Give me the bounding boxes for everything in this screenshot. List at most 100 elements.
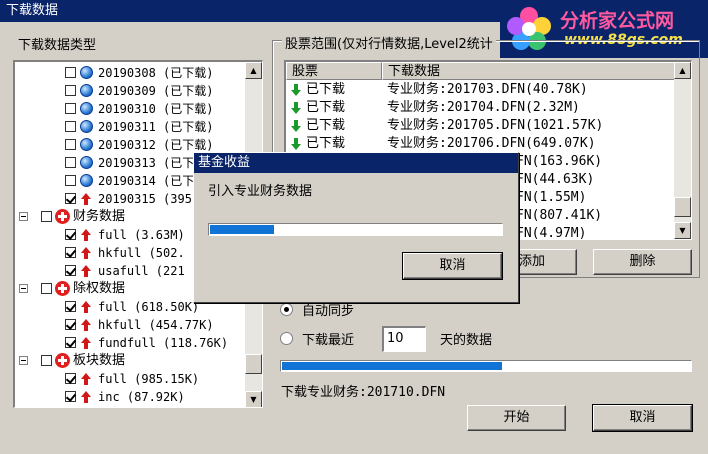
globe-icon <box>80 174 93 187</box>
tree-item-label: fundfull (118.76K) <box>98 336 229 350</box>
dialog-progress-bar <box>208 223 503 236</box>
tree-item[interactable]: inc (87.92K) <box>15 388 245 406</box>
tree-checkbox[interactable] <box>65 265 76 276</box>
tree-checkbox[interactable] <box>65 301 76 312</box>
row-status: 已下载 <box>306 82 346 97</box>
globe-icon <box>80 120 93 133</box>
tree-checkbox[interactable] <box>65 121 76 132</box>
list-row[interactable]: 已下载 专业财务:201705.DFN(1021.57K) <box>286 117 675 135</box>
recent-days-radio[interactable] <box>280 332 293 345</box>
list-row[interactable]: 已下载 专业财务:201703.DFN(40.78K) <box>286 81 675 99</box>
red-plus-icon <box>55 281 70 296</box>
scroll-down-icon[interactable]: ▼ <box>245 391 262 407</box>
tree-item[interactable]: 20190309 (已下载) <box>15 82 245 100</box>
download-progress-bar <box>280 360 692 372</box>
tree-item-label: full (618.50K) <box>98 300 200 314</box>
dialog-cancel-button[interactable]: 取消 <box>402 252 503 280</box>
tree-checkbox[interactable] <box>65 229 76 240</box>
download-type-label: 下载数据类型 <box>18 38 97 53</box>
collapse-icon[interactable] <box>19 284 28 293</box>
tree-item[interactable]: fundfull (118.76K) <box>15 334 245 352</box>
red-up-arrow-icon <box>81 229 91 241</box>
tree-group-item[interactable]: 板块数据 <box>15 352 245 370</box>
tree-checkbox[interactable] <box>65 319 76 330</box>
days-suffix-label: 天的数据 <box>440 333 493 348</box>
red-up-arrow-icon <box>81 373 91 385</box>
globe-icon <box>80 138 93 151</box>
collapse-icon[interactable] <box>19 356 28 365</box>
tree-item[interactable]: 20190310 (已下载) <box>15 100 245 118</box>
globe-icon <box>80 156 93 169</box>
green-down-arrow-icon <box>291 84 301 96</box>
scroll-up-icon[interactable]: ▲ <box>245 62 262 79</box>
scroll-down-icon[interactable]: ▼ <box>674 222 691 239</box>
tree-checkbox[interactable] <box>65 103 76 114</box>
tree-checkbox[interactable] <box>65 337 76 348</box>
red-up-arrow-icon <box>81 337 91 349</box>
tree-item-label: full (985.15K) <box>98 372 200 386</box>
tree-checkbox[interactable] <box>65 391 76 402</box>
scroll-up-icon[interactable]: ▲ <box>674 62 691 79</box>
tree-checkbox[interactable] <box>41 283 52 294</box>
recent-days-input[interactable]: 10 <box>382 326 426 352</box>
row-status: 已下载 <box>306 100 346 115</box>
scroll-thumb[interactable] <box>674 197 691 217</box>
list-scrollbar[interactable]: ▲ ▼ <box>674 62 691 239</box>
tree-item-label: 20190311 (已下载) <box>98 120 214 134</box>
row-status: 已下载 <box>306 136 346 151</box>
column-header-download[interactable]: 下载数据 <box>382 62 675 80</box>
download-status-text: 下载专业财务:201710.DFN <box>281 385 446 400</box>
dialog-message: 引入专业财务数据 <box>208 184 313 199</box>
list-row[interactable]: 已下载 专业财务:201704.DFN(2.32M) <box>286 99 675 117</box>
start-button[interactable]: 开始 <box>467 405 566 431</box>
red-up-arrow-icon <box>81 301 91 313</box>
row-file: FN(4.97M) <box>516 226 587 240</box>
row-file: FN(44.63K) <box>516 172 595 187</box>
tree-checkbox[interactable] <box>65 67 76 78</box>
collapse-icon[interactable] <box>19 212 28 221</box>
tree-item[interactable]: 20190311 (已下载) <box>15 118 245 136</box>
tree-checkbox[interactable] <box>65 373 76 384</box>
tree-item-label: 20190315 (395 <box>98 192 192 206</box>
tree-checkbox[interactable] <box>65 157 76 168</box>
tree-checkbox[interactable] <box>65 85 76 96</box>
tree-checkbox[interactable] <box>65 139 76 150</box>
tree-checkbox[interactable] <box>41 211 52 222</box>
stock-range-label: 股票范围(仅对行情数据,Level2统计 <box>282 33 496 52</box>
row-file: 专业财务:201704.DFN(2.32M) <box>387 100 580 115</box>
tree-item-label: full (3.63M) <box>98 228 185 242</box>
red-up-arrow-icon <box>81 247 91 259</box>
globe-icon <box>80 84 93 97</box>
row-file: 专业财务:201705.DFN(1021.57K) <box>387 118 604 133</box>
red-up-arrow-icon <box>81 265 91 277</box>
tree-checkbox[interactable] <box>65 175 76 186</box>
scroll-thumb[interactable] <box>245 354 262 374</box>
dialog-title: 基金收益 <box>194 153 518 173</box>
red-plus-icon <box>55 353 70 368</box>
row-status: 已下载 <box>306 118 346 133</box>
tree-item-label: 20190310 (已下载) <box>98 102 214 116</box>
tree-item-label: hkfull (502. <box>98 246 185 260</box>
green-down-arrow-icon <box>291 138 301 150</box>
progress-fill <box>282 362 502 370</box>
auto-sync-radio[interactable] <box>280 303 293 316</box>
column-header-stock[interactable]: 股票 <box>286 62 382 80</box>
globe-icon <box>80 66 93 79</box>
import-dialog: 基金收益 引入专业财务数据 取消 <box>193 152 519 303</box>
tree-item-label: 财务数据 <box>73 209 126 224</box>
tree-item-label: 20190308 (已下载) <box>98 66 214 80</box>
row-file: FN(807.41K) <box>516 208 603 223</box>
cancel-button[interactable]: 取消 <box>592 404 693 432</box>
tree-item[interactable]: full (985.15K) <box>15 370 245 388</box>
logo-name: 分析家公式网 <box>560 10 675 32</box>
tree-item-label: inc (87.92K) <box>98 390 185 404</box>
tree-checkbox[interactable] <box>65 247 76 258</box>
tree-item-label: usafull (221 <box>98 264 185 278</box>
tree-item-label: 板块数据 <box>73 353 126 368</box>
tree-checkbox[interactable] <box>65 193 76 204</box>
tree-checkbox[interactable] <box>41 355 52 366</box>
tree-item[interactable]: hkfull (454.77K) <box>15 316 245 334</box>
delete-button[interactable]: 删除 <box>593 249 692 275</box>
tree-item[interactable]: 20190308 (已下载) <box>15 64 245 82</box>
list-row[interactable]: 已下载 专业财务:201706.DFN(649.07K) <box>286 135 675 153</box>
